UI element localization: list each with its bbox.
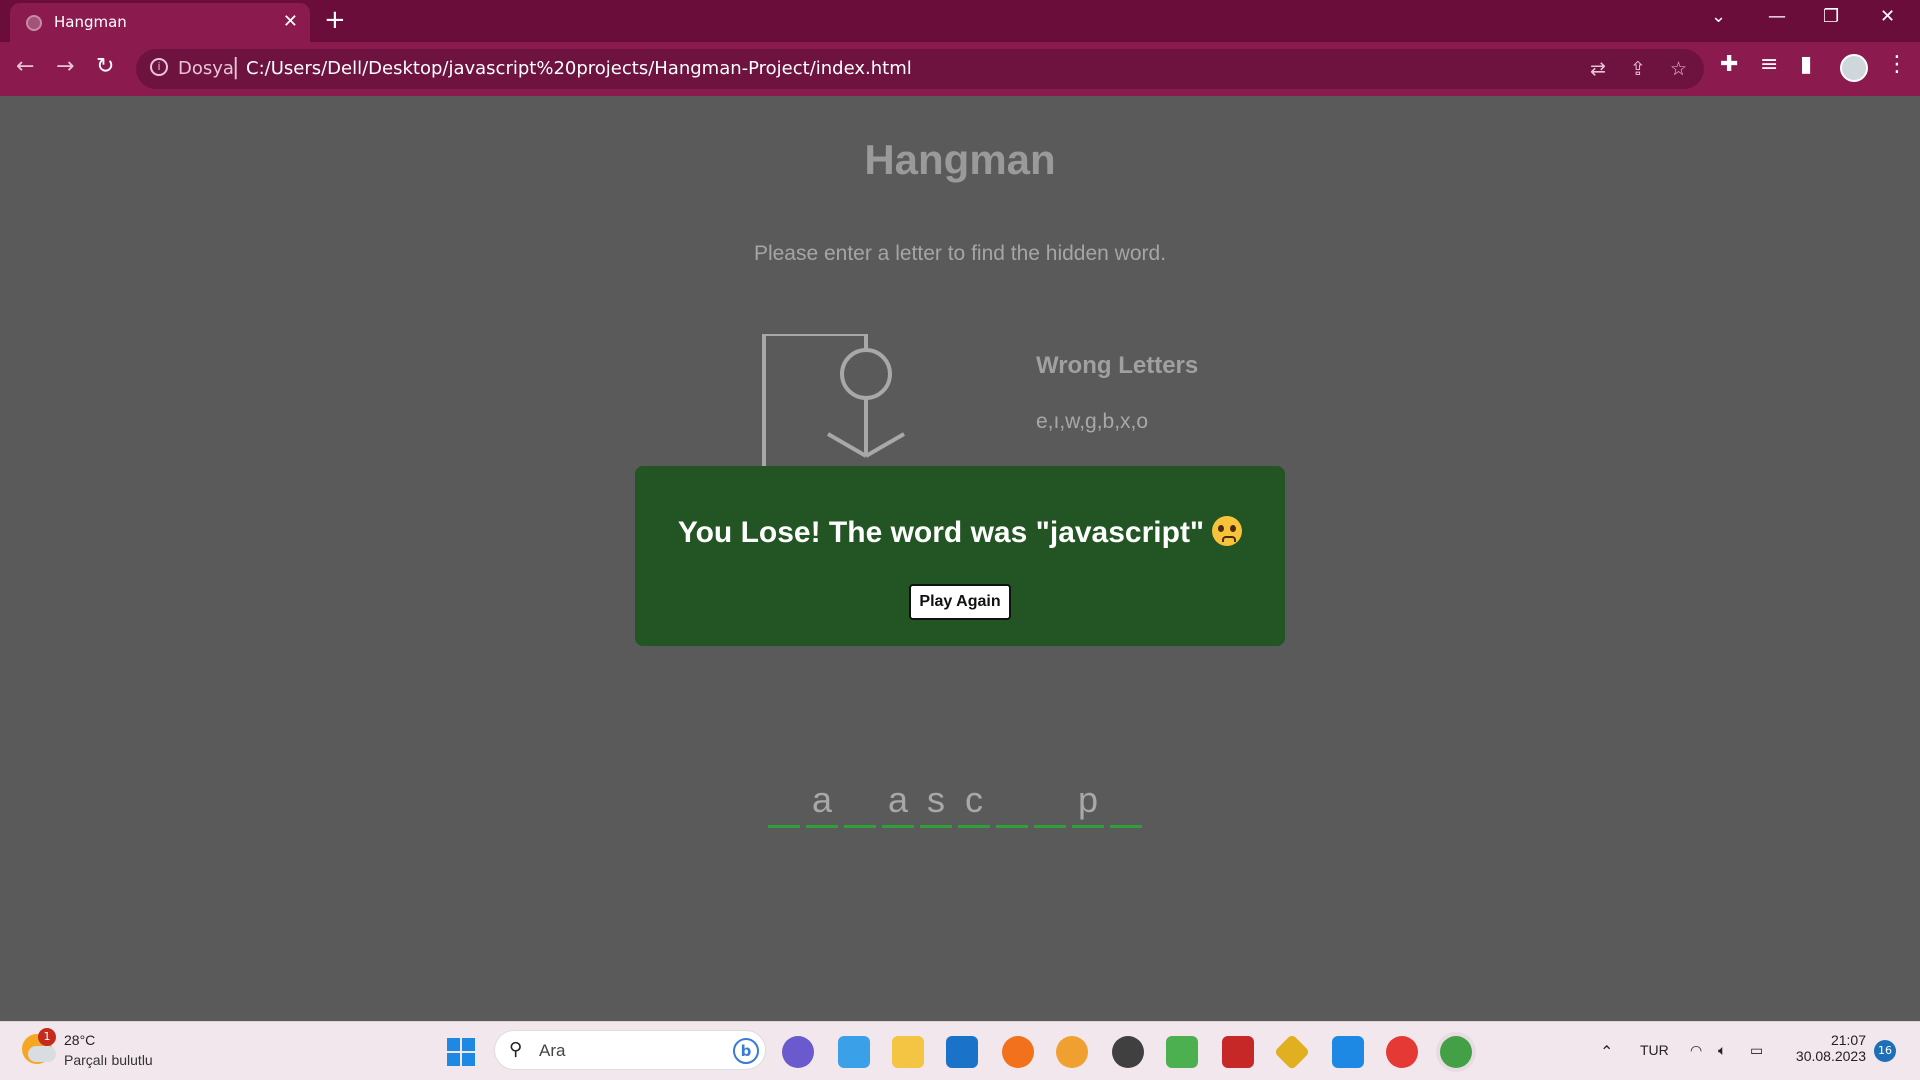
store-icon[interactable] <box>838 1036 870 1068</box>
chrome-icon[interactable] <box>1386 1036 1418 1068</box>
search-everything-icon[interactable] <box>1056 1036 1088 1068</box>
search-icon: ⚲ <box>509 1039 523 1060</box>
reload-icon[interactable]: ↻ <box>96 54 114 79</box>
sad-face-icon <box>1212 516 1243 546</box>
back-icon[interactable]: ← <box>16 54 34 79</box>
media-app-icon[interactable] <box>1222 1036 1254 1068</box>
browser-tab[interactable]: Hangman ✕ <box>10 3 310 42</box>
word-letter-slot <box>844 780 876 828</box>
menu-kebab-icon[interactable]: ⋮ <box>1886 52 1908 77</box>
git-client-icon[interactable] <box>1273 1033 1311 1071</box>
battery-icon[interactable]: ▭ <box>1750 1042 1763 1059</box>
result-popup: You Lose! The word was "javascript" Play… <box>635 466 1285 646</box>
figure-right-arm <box>864 432 906 458</box>
wifi-icon[interactable]: ◠ <box>1690 1042 1702 1059</box>
teams-chat-icon[interactable] <box>782 1036 814 1068</box>
result-message: You Lose! The word was "javascript" <box>677 516 1205 549</box>
side-panel-icon[interactable]: ▮ <box>1800 52 1812 77</box>
system-clock[interactable]: 21:07 30.08.2023 <box>1792 1032 1866 1064</box>
hangman-figure <box>762 334 906 474</box>
wrong-letters-list: e,ı,w,g,b,x,o <box>1036 410 1149 433</box>
play-again-button[interactable]: Play Again <box>909 584 1011 620</box>
start-button[interactable] <box>447 1038 475 1066</box>
profile-avatar[interactable] <box>1840 54 1868 82</box>
mail-icon[interactable] <box>946 1036 978 1068</box>
bookmark-star-icon[interactable]: ☆ <box>1670 58 1687 80</box>
windows-taskbar: 1 28°C Parçalı bulutlu ⚲ Ara b ⌃ TUR ◠ 🔈… <box>0 1021 1920 1080</box>
page-title: Hangman <box>864 136 1056 183</box>
clock-time: 21:07 <box>1830 1032 1866 1048</box>
hidden-word: a a s c p <box>768 780 1142 828</box>
taskbar-search[interactable]: ⚲ Ara b <box>494 1030 766 1070</box>
word-letter-slot: a <box>882 780 914 828</box>
forward-icon[interactable]: → <box>56 54 74 79</box>
word-letter-slot <box>996 780 1028 828</box>
windows-logo-pane <box>447 1038 460 1051</box>
scheme-label: Dosya <box>178 58 234 79</box>
windows-logo-pane <box>462 1038 475 1051</box>
firefox-icon[interactable] <box>1002 1036 1034 1068</box>
windows-logo-pane <box>447 1053 460 1066</box>
word-letter-slot: a <box>806 780 838 828</box>
translate-icon[interactable]: ⇄ <box>1590 58 1606 80</box>
input-language[interactable]: TUR <box>1640 1042 1669 1058</box>
page-content: Hangman Please enter a letter to find th… <box>0 96 1920 1021</box>
close-window-icon[interactable]: ✕ <box>1880 6 1895 27</box>
media-queue-icon[interactable]: ≡ <box>1760 52 1778 77</box>
weather-temperature: 28°C <box>64 1032 96 1048</box>
tab-search-icon[interactable]: ⌄ <box>1711 6 1726 27</box>
volume-icon[interactable]: 🔈︎ <box>1718 1042 1726 1059</box>
weather-description: Parçalı bulutlu <box>64 1052 153 1068</box>
new-tab-button[interactable]: + <box>324 6 346 34</box>
figure-left-arm <box>826 432 868 458</box>
result-message-line: You Lose! The word was "javascript" <box>635 516 1285 550</box>
image-editor-icon[interactable] <box>1166 1036 1198 1068</box>
clock-date: 30.08.2023 <box>1795 1048 1866 1064</box>
bing-icon[interactable]: b <box>733 1038 759 1064</box>
address-bar[interactable]: i Dosya | C:/Users/Dell/Desktop/javascri… <box>136 49 1704 89</box>
app-circle-icon[interactable] <box>1112 1036 1144 1068</box>
close-tab-icon[interactable]: ✕ <box>283 11 298 32</box>
minimize-icon[interactable]: — <box>1768 6 1786 27</box>
word-letter-slot: c <box>958 780 990 828</box>
share-icon[interactable]: ⇪ <box>1630 58 1646 80</box>
search-label: Ara <box>539 1041 566 1060</box>
cloud-icon <box>28 1046 56 1062</box>
wrong-letters-title: Wrong Letters <box>1036 352 1199 379</box>
browser-titlebar: Hangman ✕ + ⌄ — ❐ ✕ <box>0 0 1920 42</box>
browser-toolbar: ← → ↻ i Dosya | C:/Users/Dell/Desktop/ja… <box>0 42 1920 96</box>
extensions-icon[interactable]: ✚ <box>1720 52 1738 77</box>
file-explorer-icon[interactable] <box>892 1036 924 1068</box>
restore-icon[interactable]: ❐ <box>1823 6 1839 27</box>
chrome-profile-icon[interactable] <box>1440 1036 1472 1068</box>
tab-title: Hangman <box>54 13 127 31</box>
notification-badge[interactable]: 16 <box>1874 1040 1896 1062</box>
windows-logo-pane <box>462 1053 475 1066</box>
word-letter-slot <box>1034 780 1066 828</box>
info-icon[interactable]: i <box>150 58 168 76</box>
instruction-text: Please enter a letter to find the hidden… <box>753 242 1167 265</box>
url-text[interactable]: C:/Users/Dell/Desktop/javascript%20proje… <box>246 58 912 79</box>
address-separator: | <box>232 55 240 80</box>
word-letter-slot: p <box>1072 780 1104 828</box>
word-letter-slot: s <box>920 780 952 828</box>
weather-badge: 1 <box>38 1028 56 1046</box>
word-letter-slot <box>768 780 800 828</box>
figure-head <box>840 348 892 400</box>
globe-icon <box>26 15 42 31</box>
chevron-up-icon[interactable]: ⌃ <box>1600 1042 1613 1062</box>
word-letter-slot <box>1110 780 1142 828</box>
vscode-icon[interactable] <box>1332 1036 1364 1068</box>
